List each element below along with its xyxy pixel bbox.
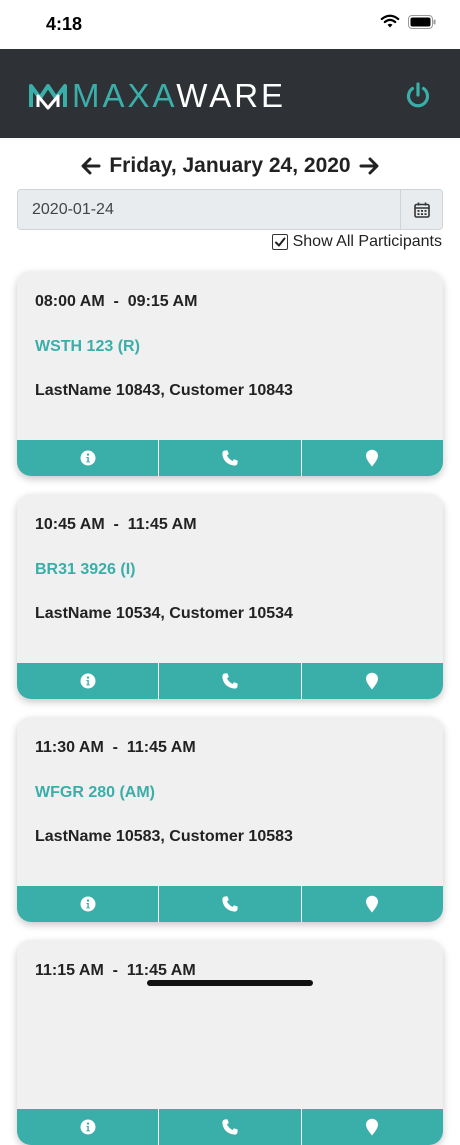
calendar-icon (413, 202, 430, 218)
wifi-icon (380, 14, 400, 28)
phone-icon (222, 450, 238, 466)
map-pin-icon (366, 1118, 379, 1136)
checkmark-icon (274, 237, 286, 247)
card-actions (17, 1109, 443, 1145)
info-icon (80, 673, 96, 689)
appointment-time: 11:30 AM - 11:45 AM (35, 739, 196, 756)
map-pin-icon (366, 449, 379, 467)
appointment-code[interactable]: BR31 3926 (I) (35, 561, 136, 579)
show-all-participants[interactable]: Show All Participants (271, 233, 442, 251)
info-icon (80, 450, 96, 466)
phone-icon (222, 673, 238, 689)
info-button[interactable] (17, 1109, 160, 1145)
logo-text-maxa: MAXA (72, 77, 177, 114)
show-all-checkbox[interactable] (271, 234, 288, 250)
customer-name: LastName 10843, Customer 10843 (35, 382, 293, 399)
appointment-time: 10:45 AM - 11:45 AM (35, 516, 197, 533)
map-pin-icon (366, 672, 379, 690)
customer-name: LastName 10583, Customer 10583 (35, 828, 293, 845)
info-button[interactable] (17, 886, 160, 922)
card-actions (17, 440, 443, 476)
status-icons (380, 14, 436, 29)
home-indicator[interactable] (147, 980, 313, 986)
show-all-label: Show All Participants (292, 233, 442, 250)
customer-name: LastName 10534, Customer 10534 (35, 605, 293, 622)
appointment-time: 11:15 AM - 11:45 AM (35, 962, 196, 979)
date-title: Friday, January 24, 2020 (109, 154, 351, 177)
appointment-card[interactable]: 11:30 AM - 11:45 AM WFGR 280 (AM) LastNa… (17, 717, 443, 922)
map-pin-icon (366, 895, 379, 913)
battery-icon (408, 14, 436, 29)
maxaware-logo: MAXAWARE (28, 79, 286, 112)
date-input[interactable] (18, 190, 400, 229)
card-actions (17, 663, 443, 699)
appointment-card[interactable]: 11:15 AM - 11:45 AM (17, 940, 443, 1145)
status-bar: 4:18 (0, 0, 460, 49)
appointment-card[interactable]: 08:00 AM - 09:15 AM WSTH 123 (R) LastNam… (17, 271, 443, 476)
location-button[interactable] (302, 663, 443, 699)
phone-icon (222, 1119, 238, 1135)
location-button[interactable] (302, 1109, 443, 1145)
location-button[interactable] (302, 440, 443, 476)
call-button[interactable] (159, 440, 302, 476)
card-actions (17, 886, 443, 922)
status-time: 4:18 (46, 14, 83, 34)
phone-icon (222, 896, 238, 912)
call-button[interactable] (159, 1109, 302, 1145)
appointment-card[interactable]: 10:45 AM - 11:45 AM BR31 3926 (I) LastNa… (17, 494, 443, 699)
appointment-code[interactable]: WSTH 123 (R) (35, 338, 140, 356)
info-button[interactable] (17, 440, 160, 476)
info-button[interactable] (17, 663, 160, 699)
call-button[interactable] (159, 886, 302, 922)
appointment-code[interactable]: WFGR 280 (AM) (35, 784, 155, 802)
call-button[interactable] (159, 663, 302, 699)
date-picker (17, 189, 443, 230)
arrow-right-icon[interactable] (359, 156, 379, 176)
logo-mark-icon (29, 83, 67, 109)
logo-text-ware: WARE (176, 77, 287, 114)
info-icon (80, 1119, 96, 1135)
info-icon (80, 896, 96, 912)
appointment-time: 08:00 AM - 09:15 AM (35, 293, 198, 310)
arrow-left-icon[interactable] (81, 156, 101, 176)
location-button[interactable] (302, 886, 443, 922)
app-header: MAXAWARE (0, 49, 460, 138)
date-navigation: Friday, January 24, 2020 (0, 150, 460, 182)
power-icon[interactable] (404, 81, 432, 109)
calendar-button[interactable] (400, 190, 442, 229)
